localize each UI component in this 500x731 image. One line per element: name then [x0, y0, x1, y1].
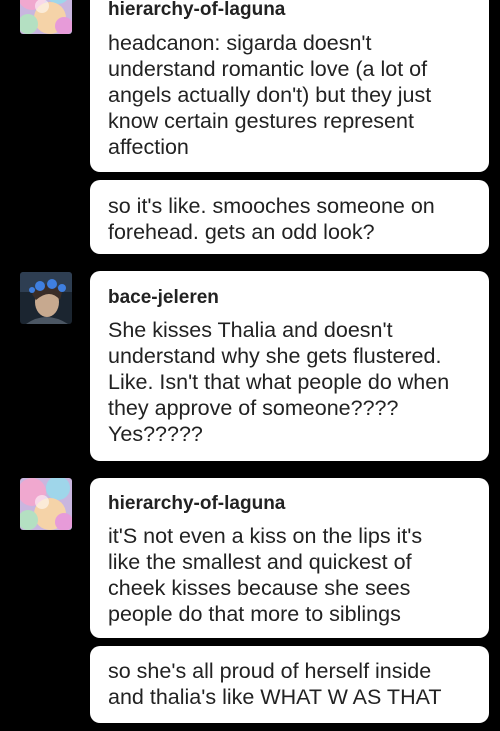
avatar-hierarchy-of-laguna-2[interactable] — [20, 478, 72, 530]
message-bubble-4: hierarchy-of-laguna it'S not even a kiss… — [90, 478, 489, 638]
message-text: She kisses Thalia and doesn't understand… — [108, 318, 450, 446]
message-username[interactable]: bace-jeleren — [108, 286, 471, 310]
message-bubble-3: bace-jeleren She kisses Thalia and doesn… — [90, 271, 489, 461]
message-text: headcanon: sigarda doesn't understand ro… — [108, 31, 432, 159]
message-bubble-2: so it's like. smooches someone on forehe… — [90, 180, 489, 254]
message-text: so it's like. smooches someone on forehe… — [108, 194, 435, 244]
message-bubble-1: hierarchy-of-laguna headcanon: sigarda d… — [90, 0, 489, 172]
avatar-bace-jeleren[interactable] — [20, 272, 72, 324]
message-text: it'S not even a kiss on the lips it's li… — [108, 524, 423, 626]
avatar-hierarchy-of-laguna-1[interactable] — [20, 0, 72, 34]
message-username[interactable]: hierarchy-of-laguna — [108, 492, 471, 516]
message-text: so she's all proud of herself inside and… — [108, 659, 442, 709]
message-username[interactable]: hierarchy-of-laguna — [108, 0, 471, 22]
message-bubble-5: so she's all proud of herself inside and… — [90, 646, 489, 723]
